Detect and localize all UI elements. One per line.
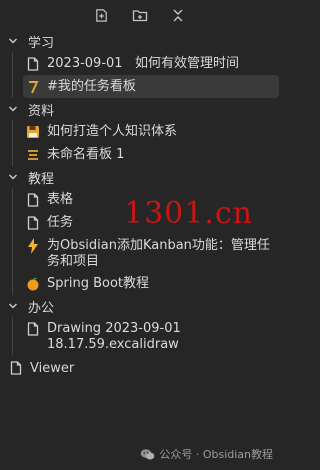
- lightning-icon: [25, 238, 41, 254]
- site-watermark: 1301.cn: [124, 196, 254, 231]
- file-label: 表格: [47, 192, 74, 207]
- file-label: 为Obsidian添加Kanban功能：管理任务和项目: [47, 238, 270, 269]
- file-label: 未命名看板 1: [47, 147, 125, 162]
- folder-label: 学习: [28, 35, 55, 51]
- file-icon: [8, 360, 24, 376]
- folder-xuexi[interactable]: 学习: [0, 30, 279, 52]
- chevron-down-icon: [6, 102, 20, 116]
- footer-watermark-text: 公众号 · Obsidian教程: [159, 448, 273, 461]
- file-icon: [25, 321, 41, 337]
- file-label: Viewer: [30, 360, 75, 376]
- folder-bangong[interactable]: 办公: [0, 295, 279, 317]
- file-item-active[interactable]: #我的任务看板: [23, 75, 279, 98]
- folder-jiaocheng[interactable]: 教程: [0, 166, 279, 188]
- chevron-down-icon: [6, 170, 20, 184]
- file-icon: [25, 192, 41, 208]
- file-item[interactable]: Spring Boot教程: [23, 272, 279, 295]
- file-label: Drawing 2023-09-01 18.17.59.excalidraw: [47, 321, 185, 352]
- file-item-viewer[interactable]: Viewer: [0, 357, 279, 379]
- new-note-icon: [96, 8, 107, 22]
- file-item[interactable]: 为Obsidian添加Kanban功能：管理任务和项目: [23, 234, 279, 272]
- file-item[interactable]: Drawing 2023-09-01 18.17.59.excalidraw: [23, 317, 279, 355]
- file-icon: [25, 215, 41, 231]
- folder-ziliao[interactable]: 资料: [0, 98, 279, 120]
- collapse-all-button[interactable]: [168, 5, 188, 25]
- save-disk-icon: [25, 124, 41, 140]
- number-seven-icon: [25, 79, 41, 95]
- file-label: #我的任务看板: [47, 79, 136, 94]
- orange-fruit-icon: [25, 276, 41, 292]
- chevron-down-icon: [6, 34, 20, 48]
- wechat-icon: [141, 448, 155, 459]
- chevron-down-icon: [6, 299, 20, 313]
- new-folder-icon: [132, 9, 147, 21]
- folder-children: 如何打造个人知识体系 未命名看板 1: [12, 120, 279, 166]
- file-label: Spring Boot教程: [47, 276, 150, 291]
- folder-label: 教程: [28, 171, 55, 187]
- file-label: 任务: [47, 215, 74, 230]
- new-note-button[interactable]: [92, 5, 112, 25]
- file-item[interactable]: 2023-09-01 如何有效管理时间: [23, 52, 279, 75]
- new-folder-button[interactable]: [130, 5, 150, 25]
- file-label: 如何打造个人知识体系: [47, 124, 178, 139]
- file-label: 2023-09-01 如何有效管理时间: [47, 56, 239, 71]
- footer-watermark: 公众号 · Obsidian教程: [140, 446, 273, 462]
- file-item[interactable]: 未命名看板 1: [23, 143, 279, 166]
- file-item[interactable]: 如何打造个人知识体系: [23, 120, 279, 143]
- file-explorer-toolbar: [0, 0, 279, 30]
- file-icon: [25, 56, 41, 72]
- list-lines-icon: [25, 147, 41, 163]
- folder-children: Drawing 2023-09-01 18.17.59.excalidraw: [12, 317, 279, 355]
- folder-label: 办公: [28, 300, 55, 316]
- collapse-all-icon: [173, 9, 182, 21]
- folder-children: 2023-09-01 如何有效管理时间 #我的任务看板: [12, 52, 279, 98]
- folder-label: 资料: [28, 103, 55, 119]
